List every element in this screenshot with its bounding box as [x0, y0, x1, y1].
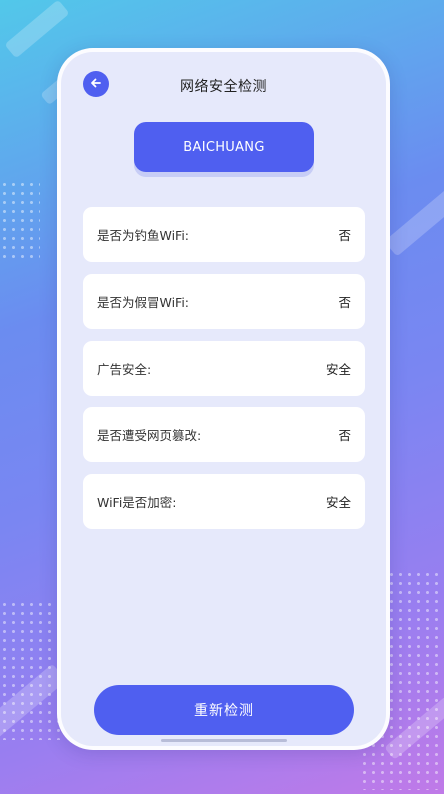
check-label: WiFi是否加密: [97, 495, 177, 510]
brand-button[interactable]: BAICHUANG [134, 122, 314, 172]
page-title: 网络安全检测 [180, 79, 267, 95]
background-dots [0, 180, 40, 260]
check-value: 否 [338, 228, 351, 243]
check-label: 是否为假冒WiFi: [97, 295, 190, 310]
home-indicator [161, 739, 287, 742]
check-value: 否 [338, 295, 351, 310]
check-value: 否 [338, 428, 351, 443]
check-label: 广告安全: [97, 362, 152, 377]
check-value: 安全 [325, 495, 351, 510]
check-row-phishing: 是否为钓鱼WiFi: 否 [83, 207, 365, 262]
check-row-fake: 是否为假冒WiFi: 否 [83, 274, 365, 329]
check-row-ad: 广告安全: 安全 [83, 341, 365, 396]
check-label: 是否遭受网页篡改: [97, 428, 202, 443]
recheck-button[interactable]: 重新检测 [94, 685, 354, 735]
check-label: 是否为钓鱼WiFi: [97, 228, 190, 243]
check-row-encryption: WiFi是否加密: 安全 [83, 474, 365, 529]
background-stripe [384, 183, 444, 257]
check-value: 安全 [325, 362, 351, 377]
phone-screen: 网络安全检测 BAICHUANG 是否为钓鱼WiFi: 否 是否为假冒WiFi:… [57, 48, 390, 750]
check-row-tamper: 是否遭受网页篡改: 否 [83, 407, 365, 462]
background-dots [0, 600, 60, 740]
background-stripe [4, 0, 70, 59]
